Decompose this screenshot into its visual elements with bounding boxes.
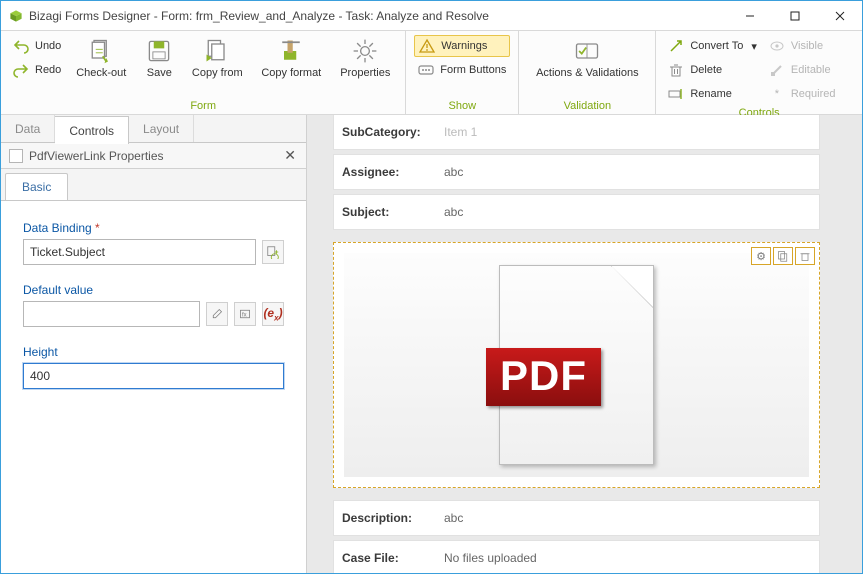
- convert-to-button[interactable]: Convert To▾: [664, 35, 761, 57]
- pdf-badge: PDF: [486, 348, 601, 406]
- asterisk-icon: *: [769, 86, 785, 102]
- actions-validations-button[interactable]: Actions & Validations: [527, 35, 647, 79]
- save-button[interactable]: Save: [137, 35, 181, 79]
- close-panel-button[interactable]: ✕: [284, 147, 296, 164]
- pdf-copy-button[interactable]: [773, 247, 793, 265]
- tab-controls[interactable]: Controls: [55, 116, 129, 144]
- default-value-input[interactable]: [23, 301, 200, 327]
- warnings-button[interactable]: Warnings: [414, 35, 510, 57]
- ribbon: Undo Redo Check-out Save Copy from: [1, 31, 862, 115]
- delete-button[interactable]: Delete: [664, 59, 761, 81]
- data-binding-input[interactable]: [23, 239, 256, 265]
- window-controls: [727, 1, 862, 30]
- title-bar: Bizagi Forms Designer - Form: frm_Review…: [1, 1, 862, 31]
- ribbon-group-form: Form: [9, 98, 397, 112]
- form-row-subcategory[interactable]: SubCategory: Item 1: [333, 115, 820, 150]
- undo-button[interactable]: Undo: [9, 35, 65, 57]
- close-button[interactable]: [817, 1, 862, 30]
- app-logo-icon: [9, 9, 23, 23]
- panel-tabs: Data Controls Layout: [1, 115, 306, 143]
- window-title: Bizagi Forms Designer - Form: frm_Review…: [29, 9, 489, 23]
- maximize-button[interactable]: [772, 1, 817, 30]
- chevron-down-icon: ▾: [751, 40, 757, 53]
- form-row-subject[interactable]: Subject: abc: [333, 194, 820, 230]
- form-row-description[interactable]: Description: abc: [333, 500, 820, 536]
- expression-default-button[interactable]: fx: [234, 302, 256, 326]
- data-binding-picker-button[interactable]: [262, 240, 284, 264]
- height-input[interactable]: [23, 363, 284, 389]
- clear-default-button[interactable]: (ex): [262, 302, 284, 326]
- tab-data[interactable]: Data: [1, 115, 55, 142]
- tab-basic[interactable]: Basic: [5, 173, 68, 200]
- properties-button[interactable]: Properties: [333, 35, 397, 79]
- height-label: Height: [23, 345, 284, 359]
- form-row-casefile[interactable]: Case File: No files uploaded: [333, 540, 820, 573]
- rename-button[interactable]: Rename: [664, 83, 761, 105]
- default-value-label: Default value: [23, 283, 284, 297]
- control-type-icon: [9, 149, 23, 163]
- properties-panel-title: PdfViewerLink Properties: [29, 149, 164, 163]
- checkout-button[interactable]: Check-out: [69, 35, 133, 79]
- pdf-viewer-control[interactable]: ⚙ PDF: [333, 242, 820, 488]
- ribbon-group-validation: Validation: [527, 98, 647, 112]
- left-panel: Data Controls Layout PdfViewerLink Prope…: [1, 115, 307, 573]
- data-binding-label: Data Binding: [23, 221, 284, 235]
- form-buttons-button[interactable]: Form Buttons: [414, 59, 510, 81]
- pdf-delete-button[interactable]: [795, 247, 815, 265]
- properties-panel-header: PdfViewerLink Properties ✕: [1, 143, 306, 169]
- required-button[interactable]: * Required: [765, 83, 840, 105]
- ribbon-group-show: Show: [414, 98, 510, 112]
- edit-default-button[interactable]: [206, 302, 228, 326]
- form-row-assignee[interactable]: Assignee: abc: [333, 154, 820, 190]
- editable-button[interactable]: Editable: [765, 59, 840, 81]
- gear-icon: ⚙: [756, 250, 766, 263]
- copy-from-button[interactable]: Copy from: [185, 35, 249, 79]
- form-canvas[interactable]: SubCategory: Item 1 Assignee: abc Subjec…: [307, 115, 862, 573]
- pdf-preview: PDF: [344, 253, 809, 477]
- tab-layout[interactable]: Layout: [129, 115, 194, 142]
- minimize-button[interactable]: [727, 1, 772, 30]
- pdf-settings-button[interactable]: ⚙: [751, 247, 771, 265]
- erase-icon: (ex): [263, 306, 282, 322]
- visible-button[interactable]: Visible: [765, 35, 840, 57]
- pdf-page-icon: PDF: [499, 265, 654, 465]
- svg-text:fx: fx: [242, 312, 247, 318]
- redo-button[interactable]: Redo: [9, 59, 65, 81]
- copy-format-button[interactable]: Copy format: [253, 35, 329, 79]
